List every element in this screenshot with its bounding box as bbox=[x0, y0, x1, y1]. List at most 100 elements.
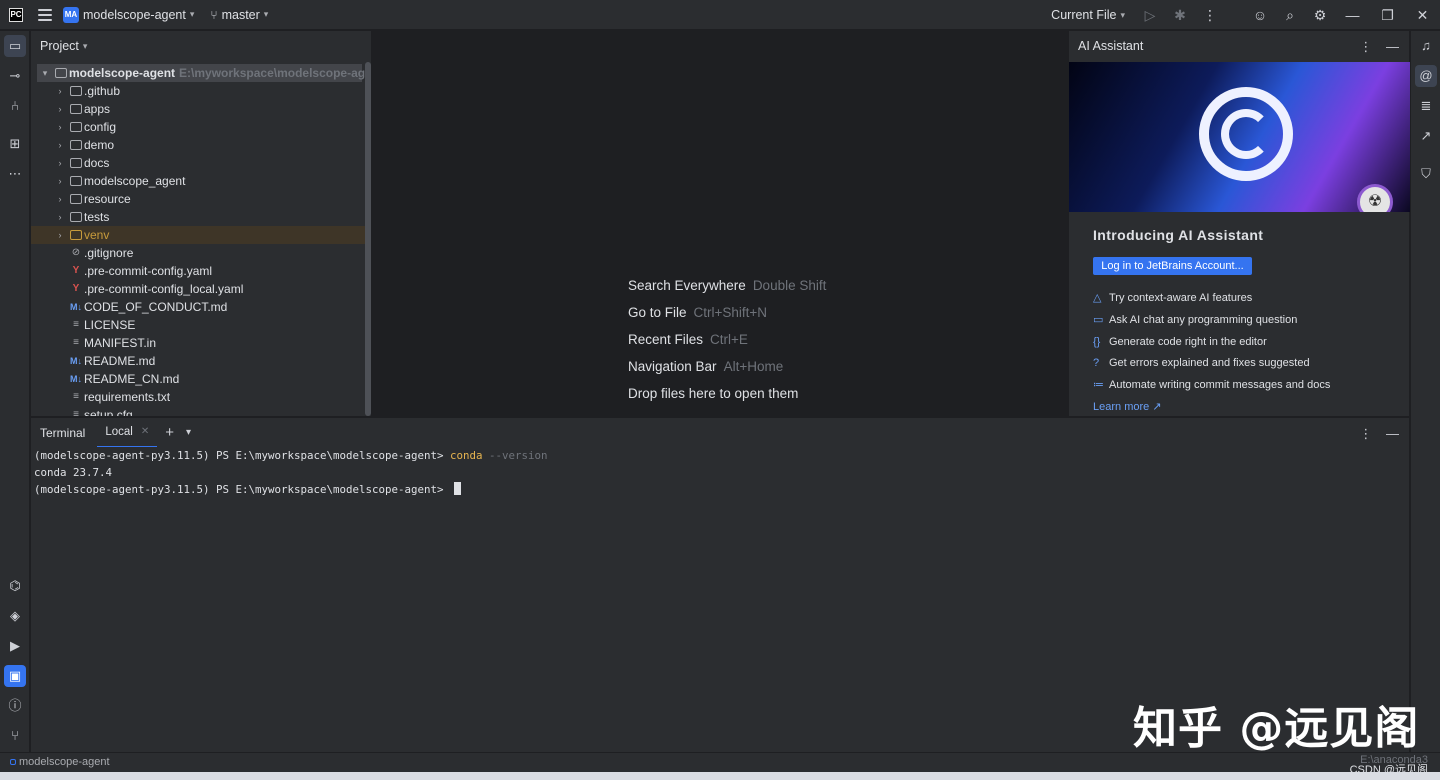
chevron-right-icon[interactable]: › bbox=[55, 100, 65, 118]
chevron-right-icon[interactable]: › bbox=[55, 82, 65, 100]
text-icon: ≡ bbox=[73, 391, 79, 402]
chevron-down-icon[interactable]: ▾ bbox=[83, 41, 88, 52]
branch-switcher[interactable]: master bbox=[222, 8, 260, 22]
shield-icon[interactable]: ⛉ bbox=[1415, 163, 1437, 185]
chevron-down-icon[interactable]: ▾ bbox=[190, 9, 195, 20]
tree-folder-github[interactable]: › .github bbox=[31, 82, 366, 100]
python-console-icon[interactable]: ⌬ bbox=[4, 575, 26, 597]
chevron-right-icon[interactable]: › bbox=[55, 208, 65, 226]
hide-panel-icon[interactable]: — bbox=[1386, 426, 1399, 441]
project-switcher[interactable]: modelscope-agent bbox=[83, 8, 186, 22]
tree-file[interactable]: Y .pre-commit-config.yaml bbox=[31, 262, 366, 280]
welcome-hint-label: Go to File bbox=[628, 305, 687, 320]
more-options-icon[interactable]: ⋮ bbox=[1195, 7, 1225, 24]
hide-panel-icon[interactable]: — bbox=[1386, 39, 1399, 54]
tree-file[interactable]: ≡ MANIFEST.in bbox=[31, 334, 366, 352]
status-project-label: modelscope-agent bbox=[19, 756, 110, 768]
welcome-hint-shortcut: Double Shift bbox=[752, 278, 827, 293]
project-folder-icon[interactable]: ▭ bbox=[4, 35, 26, 57]
chevron-down-icon[interactable]: ▾ bbox=[186, 427, 191, 438]
tree-item-label: .github bbox=[84, 84, 121, 98]
tree-file[interactable]: Y .pre-commit-config_local.yaml bbox=[31, 280, 366, 298]
git-icon[interactable]: ⑂ bbox=[4, 725, 26, 747]
tree-folder-demo[interactable]: › demo bbox=[31, 136, 366, 154]
tree-folder-config[interactable]: › config bbox=[31, 118, 366, 136]
pull-requests-icon[interactable]: ⑃ bbox=[4, 95, 26, 117]
database-icon[interactable]: ≣ bbox=[1415, 95, 1437, 117]
services-icon[interactable]: ▶ bbox=[4, 635, 26, 657]
learn-more-link[interactable]: Learn more ↗ bbox=[1093, 400, 1162, 413]
chevron-right-icon[interactable]: › bbox=[55, 190, 65, 208]
chevron-right-icon[interactable]: › bbox=[55, 136, 65, 154]
more-options-icon[interactable]: ⋮ bbox=[1359, 39, 1372, 54]
debug-icon[interactable]: ✱ bbox=[1165, 7, 1195, 24]
project-panel-header[interactable]: Project ▾ bbox=[31, 31, 371, 61]
tree-file[interactable]: M↓ README.md bbox=[31, 352, 366, 370]
chevron-down-icon[interactable]: ▾ bbox=[264, 9, 269, 20]
folder-icon bbox=[70, 140, 82, 150]
os-taskbar bbox=[0, 772, 1440, 780]
new-terminal-icon[interactable]: + bbox=[165, 424, 174, 441]
python-packages-icon[interactable]: ◈ bbox=[4, 605, 26, 627]
root-folder-name: modelscope-agent bbox=[69, 66, 176, 80]
add-user-icon[interactable]: ☺ bbox=[1245, 7, 1275, 23]
run-icon[interactable]: ▷ bbox=[1135, 7, 1165, 24]
search-icon[interactable]: ⌕ bbox=[1275, 7, 1305, 24]
folder-icon bbox=[70, 122, 82, 132]
more-tools-icon[interactable]: ⋯ bbox=[4, 163, 26, 185]
settings-gear-icon[interactable]: ⚙ bbox=[1305, 7, 1335, 24]
title-bar: PC MA modelscope-agent ▾ ⑂ master ▾ Curr… bbox=[0, 0, 1440, 30]
tree-file[interactable]: ≡ LICENSE bbox=[31, 316, 366, 334]
project-panel: Project ▾ ▾ modelscope-agent E:\myworkspa… bbox=[31, 31, 372, 416]
project-badge[interactable]: MA bbox=[63, 6, 79, 23]
ai-assistant-icon[interactable]: @ bbox=[1415, 65, 1437, 87]
more-options-icon[interactable]: ⋮ bbox=[1359, 426, 1372, 441]
login-jetbrains-button[interactable]: Log in to JetBrains Account... bbox=[1093, 257, 1252, 275]
folder-icon bbox=[70, 212, 82, 222]
tree-root-folder[interactable]: ▾ modelscope-agent E:\myworkspace\modelsc… bbox=[37, 64, 371, 82]
chevron-right-icon[interactable]: › bbox=[55, 172, 65, 190]
run-config-selector[interactable]: Current File bbox=[1051, 8, 1116, 22]
tree-folder-docs[interactable]: › docs bbox=[31, 154, 366, 172]
notifications-bell-icon[interactable]: ♫ bbox=[1415, 35, 1437, 57]
tree-file[interactable]: ⊘ .gitignore bbox=[31, 244, 366, 262]
tree-item-label: LICENSE bbox=[84, 318, 136, 332]
status-project[interactable]: modelscope-agent bbox=[10, 756, 110, 768]
restore-window-button[interactable]: ❐ bbox=[1370, 7, 1405, 24]
chevron-down-icon[interactable]: ▾ bbox=[1120, 10, 1125, 21]
minimize-window-button[interactable]: — bbox=[1335, 7, 1370, 23]
tree-file[interactable]: ≡ requirements.txt bbox=[31, 388, 366, 406]
chevron-right-icon[interactable]: › bbox=[55, 154, 65, 172]
tree-file[interactable]: ≡ setup.cfg bbox=[31, 406, 366, 416]
tree-folder-apps[interactable]: › apps bbox=[31, 100, 366, 118]
ai-feature-text: Automate writing commit messages and doc… bbox=[1109, 379, 1331, 392]
folder-icon bbox=[70, 176, 82, 186]
tree-folder-resource[interactable]: › resource bbox=[31, 190, 366, 208]
git-branch-icon[interactable]: ⑂ bbox=[210, 8, 217, 22]
ai-assistant-header: AI Assistant bbox=[1078, 39, 1144, 53]
ignore-icon: ⊘ bbox=[71, 247, 81, 258]
tree-folder-tests[interactable]: › tests bbox=[31, 208, 366, 226]
structure-icon[interactable]: ⊞ bbox=[4, 133, 26, 155]
tree-folder-venv[interactable]: › venv bbox=[31, 226, 366, 244]
ai-feature-item: △ Try context-aware AI features bbox=[1093, 289, 1330, 311]
chevron-down-icon[interactable]: ▾ bbox=[40, 64, 50, 82]
chevron-right-icon[interactable]: › bbox=[55, 118, 65, 136]
terminal-command: conda bbox=[450, 449, 483, 462]
chevron-right-icon[interactable]: › bbox=[55, 226, 65, 244]
tree-file[interactable]: M↓ README_CN.md bbox=[31, 370, 366, 388]
terminal-argument: --version bbox=[482, 449, 548, 462]
tree-folder-modelscopeagent[interactable]: › modelscope_agent bbox=[31, 172, 366, 190]
close-window-button[interactable]: ✕ bbox=[1405, 7, 1440, 24]
main-menu-icon[interactable] bbox=[37, 7, 53, 23]
terminal-tab-local[interactable]: Local ✕ bbox=[97, 418, 158, 448]
project-panel-title[interactable]: Project bbox=[40, 39, 79, 53]
tree-file[interactable]: M↓ CODE_OF_CONDUCT.md bbox=[31, 298, 366, 316]
problems-icon[interactable]: ⓘ bbox=[4, 695, 26, 717]
terminal-icon[interactable]: ▣ bbox=[4, 665, 26, 687]
commit-icon[interactable]: ⊸ bbox=[4, 65, 26, 87]
sciview-icon[interactable]: ↗ bbox=[1415, 125, 1437, 147]
terminal-tab-label: Local bbox=[105, 425, 133, 438]
close-tab-icon[interactable]: ✕ bbox=[141, 426, 149, 437]
project-scrollbar[interactable] bbox=[365, 62, 371, 416]
